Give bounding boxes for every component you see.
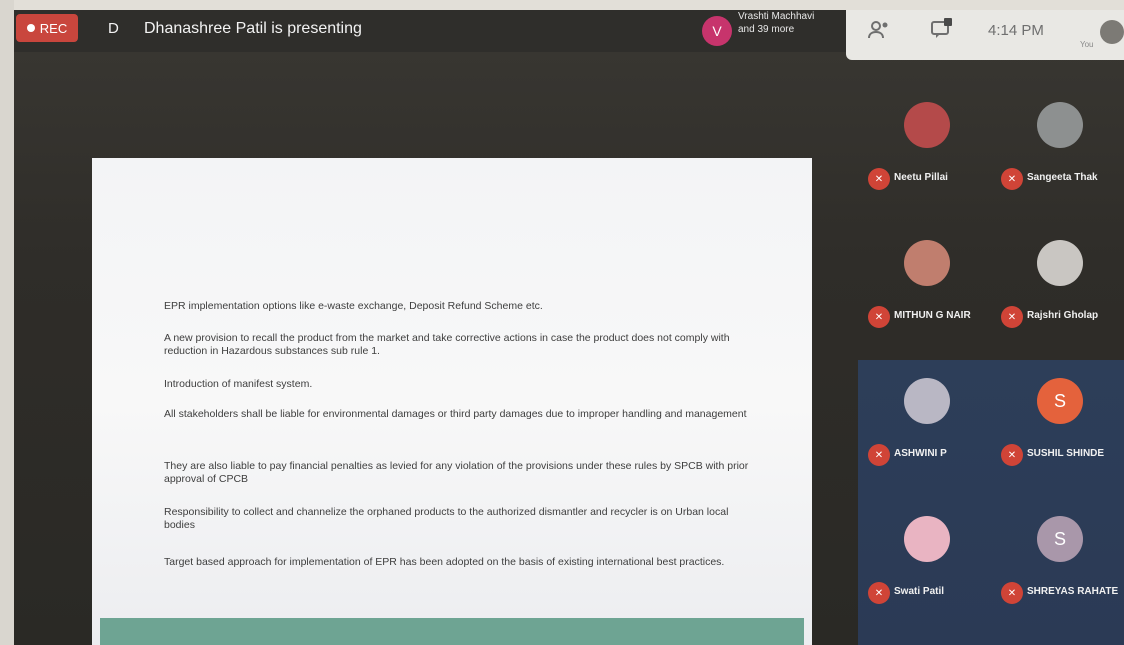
participant-name: Neetu Pillai <box>894 172 948 183</box>
slide-bullet: Introduction of manifest system. <box>164 378 313 390</box>
mic-off-icon: ✕ <box>1001 306 1023 328</box>
mic-off-icon: ✕ <box>868 168 890 190</box>
mic-off-icon: ✕ <box>1001 582 1023 604</box>
participant-avatar[interactable]: V <box>702 16 732 46</box>
participant-tile[interactable]: ✕ Neetu Pillai <box>858 90 991 228</box>
participant-name: ASHWINI P <box>894 448 947 459</box>
mic-off-icon: ✕ <box>868 582 890 604</box>
participant-tile[interactable]: ✕ ASHWINI P <box>858 366 991 504</box>
presenter-initial: D <box>108 20 119 37</box>
photo-border-top <box>0 0 1124 10</box>
recording-badge: REC <box>16 14 78 42</box>
participant-tile[interactable]: S ✕ SHREYAS RAHATE <box>991 504 1124 642</box>
mic-off-icon: ✕ <box>868 306 890 328</box>
participant-avatar <box>904 240 950 286</box>
recording-label: REC <box>39 20 68 36</box>
participant-tile[interactable]: ✕ Sangeeta Thak <box>991 90 1124 228</box>
photo-border-left <box>0 0 14 645</box>
participant-tile[interactable]: S ✕ SUSHIL SHINDE <box>991 366 1124 504</box>
mic-off-icon: ✕ <box>1001 168 1023 190</box>
slide-bullet: EPR implementation options like e-waste … <box>164 300 543 312</box>
participant-avatar <box>904 516 950 562</box>
mic-off-icon: ✕ <box>1001 444 1023 466</box>
chat-icon[interactable] <box>930 18 954 45</box>
presenting-status: Dhanashree Patil is presenting <box>144 20 362 37</box>
participant-avatar <box>904 102 950 148</box>
participant-tile[interactable]: ✕ MITHUN G NAIR <box>858 228 991 366</box>
presentation-slide: EPR implementation options like e-waste … <box>92 158 812 645</box>
others-count: and 39 more <box>738 24 795 35</box>
participant-tile[interactable]: ✕ Swati Patil <box>858 504 991 642</box>
slide-bullet: Target based approach for implementation… <box>164 556 725 568</box>
participant-avatar: S <box>1037 378 1083 424</box>
record-dot-icon <box>26 24 35 32</box>
participant-name: Sangeeta Thak <box>1027 172 1098 183</box>
slide-bullet: All stakeholders shall be liable for env… <box>164 408 747 420</box>
participant-name: MITHUN G NAIR <box>894 310 971 321</box>
others-name: Vrashti Machhavi <box>738 11 815 22</box>
participant-grid: ✕ Neetu Pillai ✕ Sangeeta Thak ✕ MITHUN … <box>858 90 1124 645</box>
participant-avatar <box>1037 102 1083 148</box>
mic-off-icon: ✕ <box>868 444 890 466</box>
participant-name: SHREYAS RAHATE <box>1027 586 1119 597</box>
other-participants-summary[interactable]: Vrashti Machhavi and 39 more <box>738 10 838 36</box>
you-label: You <box>1080 40 1094 49</box>
participant-avatar <box>904 378 950 424</box>
people-icon[interactable] <box>868 20 890 45</box>
slide-footer-band <box>100 618 804 645</box>
participant-name: Rajshri Gholap <box>1027 310 1099 321</box>
participant-tile[interactable]: ✕ Rajshri Gholap <box>991 228 1124 366</box>
participant-name: Swati Patil <box>894 586 945 597</box>
clock-time: 4:14 PM <box>988 22 1044 39</box>
participant-name: SUSHIL SHINDE <box>1027 448 1105 459</box>
self-avatar[interactable] <box>1100 20 1124 44</box>
slide-bullet: They are also liable to pay financial pe… <box>164 460 749 485</box>
slide-bullet: Responsibility to collect and channelize… <box>164 506 729 531</box>
participant-avatar <box>1037 240 1083 286</box>
slide-bullet: A new provision to recall the product fr… <box>164 332 730 357</box>
participant-avatar: S <box>1037 516 1083 562</box>
